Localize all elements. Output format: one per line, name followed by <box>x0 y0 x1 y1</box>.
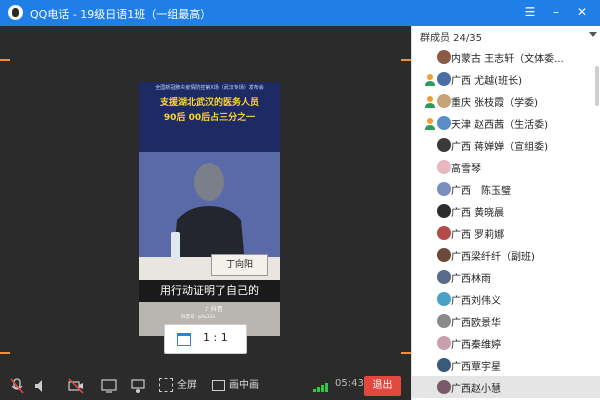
member-name: 广西 陈玉璧 <box>451 186 511 197</box>
avatar <box>437 248 451 262</box>
pip-icon <box>212 379 225 391</box>
member-name: 广西赵小慧 <box>451 384 501 395</box>
member-name: 广西 蒋婵婵（宣组委) <box>451 142 549 153</box>
video-caption-line2: 90后 00后占三分之一 <box>163 113 256 123</box>
avatar <box>437 226 451 240</box>
member-row[interactable]: 广西梁纤纤（副班) <box>412 244 600 266</box>
camera-off-icon[interactable] <box>68 378 84 394</box>
member-name: 广西覃宇星 <box>451 362 501 373</box>
member-name: 重庆 张枝霞（学委) <box>451 98 539 109</box>
scrollbar[interactable] <box>595 66 599 106</box>
member-name: 广西 尤越(班长) <box>451 76 522 87</box>
title-bar: QQ电话 - 19级日语1班（一组最高） ☰ – ✕ <box>0 0 600 26</box>
member-row[interactable]: 广西刘伟义 <box>412 288 600 310</box>
avatar <box>437 94 451 108</box>
figure-silhouette <box>173 163 245 264</box>
qq-logo-icon <box>8 5 23 20</box>
member-name: 广西秦维婷 <box>451 340 501 351</box>
screen-share-icon[interactable] <box>101 378 117 394</box>
mic-muted-icon[interactable] <box>10 378 24 394</box>
member-row[interactable]: 内蒙古 王志轩（文体委... <box>412 46 600 68</box>
member-name: 广西 黄晓晨 <box>451 208 505 219</box>
member-row[interactable]: 高雪琴 <box>412 156 600 178</box>
member-name: 广西梁纤纤（副班) <box>451 252 535 263</box>
avatar <box>437 116 451 130</box>
member-row[interactable]: 广西 陈玉璧 <box>412 178 600 200</box>
frame-corner <box>0 59 10 71</box>
member-row[interactable]: 广西 黄晓晨 <box>412 200 600 222</box>
member-row[interactable]: 广西 尤越(班长) <box>412 68 600 90</box>
avatar <box>437 292 451 306</box>
close-icon[interactable]: ✕ <box>574 4 590 20</box>
menu-icon[interactable]: ☰ <box>522 4 538 20</box>
avatar <box>437 160 451 174</box>
aspect-ratio-button[interactable]: 1 : 1 <box>164 324 247 354</box>
member-row[interactable]: 广西赵小慧 <box>412 376 600 398</box>
member-name: 广西 罗莉娜 <box>451 230 505 241</box>
video-small-caption: 全国新冠肺炎疫情防控第X场（武汉专场）发布会 <box>155 85 264 91</box>
member-row[interactable]: 天津 赵西茜（生活委) <box>412 112 600 134</box>
member-name: 广西欧景华 <box>451 318 501 329</box>
frame-corner <box>401 59 411 71</box>
member-name: 广西林雨 <box>451 274 491 285</box>
member-name: 天津 赵西茜（生活委) <box>451 120 549 131</box>
avatar <box>437 138 451 152</box>
speaker-icon[interactable] <box>34 378 46 394</box>
aspect-ratio-label: 1 : 1 <box>203 331 228 344</box>
member-name: 高雪琴 <box>451 164 481 175</box>
member-row[interactable]: 广西秦维婷 <box>412 332 600 354</box>
fullscreen-button[interactable]: 全屏 <box>159 378 197 394</box>
member-name: 内蒙古 王志轩（文体委... <box>451 54 564 65</box>
exit-call-button[interactable]: 退出 <box>364 376 401 396</box>
presenter-icon[interactable] <box>130 378 146 394</box>
call-toolbar: 全屏 画中画 05:43 退出 <box>0 372 411 400</box>
member-row[interactable]: 广西 罗莉娜 <box>412 222 600 244</box>
avatar <box>437 358 451 372</box>
admin-person-icon <box>424 94 436 108</box>
nameplate: 丁向阳 <box>211 254 268 276</box>
frame-corner <box>0 342 10 354</box>
member-row[interactable]: 广西林雨 <box>412 266 600 288</box>
fullscreen-icon <box>159 378 173 392</box>
member-count-header: 群成员 24/35 <box>420 33 482 44</box>
signal-strength-icon <box>313 382 331 392</box>
admin-person-icon <box>424 72 436 86</box>
douyin-watermark: ♪ 抖音 <box>205 306 223 313</box>
avatar <box>437 336 451 350</box>
avatar <box>437 270 451 284</box>
window-icon <box>177 333 191 346</box>
pip-label: 画中画 <box>229 380 259 391</box>
avatar <box>437 314 451 328</box>
avatar <box>437 72 451 86</box>
admin-person-icon <box>424 116 436 130</box>
water-bottle <box>171 232 180 260</box>
avatar <box>437 380 451 394</box>
avatar <box>437 182 451 196</box>
chevron-down-icon[interactable] <box>589 32 597 37</box>
video-caption-line1: 支援湖北武汉的医务人员 <box>159 98 259 108</box>
call-duration: 05:43 <box>335 378 364 389</box>
window-title: QQ电话 - 19级日语1班（一组最高） <box>30 8 212 21</box>
video-subtitle: 用行动证明了自己的 <box>139 280 280 302</box>
frame-corner <box>401 342 411 354</box>
shared-video-frame[interactable]: 全国新冠肺炎疫情防控第X场（武汉专场）发布会 支援湖北武汉的医务人员 90后 0… <box>139 82 280 336</box>
member-sidebar: 群成员 24/35 内蒙古 王志轩（文体委... 广西 尤越(班长) 重庆 张枝霞（… <box>411 26 600 400</box>
video-area: 全国新冠肺炎疫情防控第X场（武汉专场）发布会 支援湖北武汉的医务人员 90后 0… <box>0 26 411 372</box>
minimize-icon[interactable]: – <box>548 4 564 20</box>
member-row[interactable]: 广西欧景华 <box>412 310 600 332</box>
member-row[interactable]: 重庆 张枝霞（学委) <box>412 90 600 112</box>
fullscreen-label: 全屏 <box>177 380 197 391</box>
member-name: 广西刘伟义 <box>451 296 501 307</box>
member-row[interactable]: 广西覃宇星 <box>412 354 600 376</box>
member-row[interactable]: 广西 蒋婵婵（宣组委) <box>412 134 600 156</box>
douyin-id: 抖音号: yzlv333 <box>181 315 215 320</box>
avatar <box>437 50 451 64</box>
avatar <box>437 204 451 218</box>
pip-button[interactable]: 画中画 <box>212 378 259 394</box>
